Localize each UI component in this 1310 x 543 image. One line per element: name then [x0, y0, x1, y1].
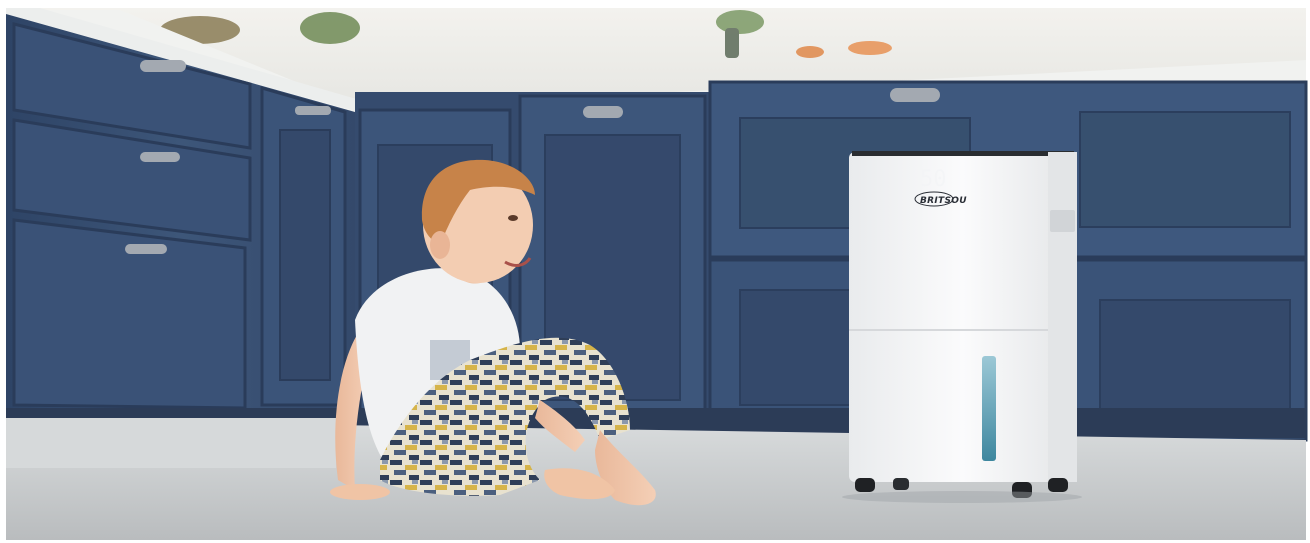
side-handle — [1050, 210, 1075, 232]
display-reading: 50 — [920, 167, 947, 192]
water-level-window — [982, 356, 996, 461]
brand-logo: BRITSOU — [920, 196, 967, 206]
kitchen-product-photo: 50 BRITSOU — [0, 0, 1310, 543]
dehumidifier: 50 BRITSOU — [849, 151, 1077, 498]
